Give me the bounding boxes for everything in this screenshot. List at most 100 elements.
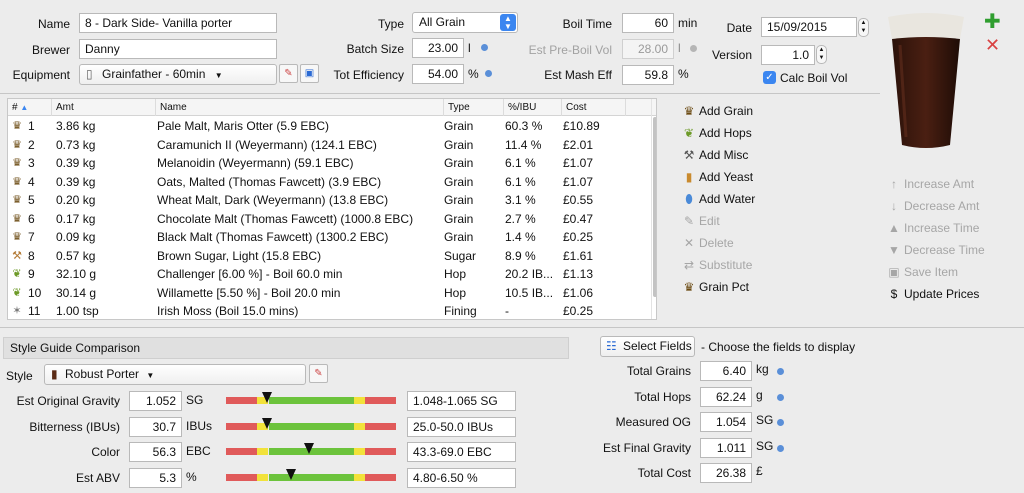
table-row[interactable]: ♛ 4 0.39 kg Oats, Malted (Thomas Fawcett) (… <box>8 173 656 192</box>
calc-boil-vol-checkbox[interactable]: ✓ <box>763 71 776 84</box>
tot-efficiency-dot[interactable] <box>485 70 492 77</box>
mash-eff-input[interactable]: 59.8 <box>622 65 674 85</box>
header-num[interactable]: # ▲ <box>8 99 52 116</box>
add-water-button[interactable]: ⬮ Add Water <box>681 189 755 209</box>
table-row[interactable]: ♛ 2 0.73 kg Caramunich II (Weyermann) (124.… <box>8 136 656 155</box>
style-edit-button[interactable]: ✎ <box>309 364 328 383</box>
glass-icon: ▮ <box>51 367 58 381</box>
plus-icon: ✚ <box>984 11 1001 33</box>
header-type[interactable]: Type <box>444 99 504 116</box>
equipment-edit-button[interactable]: ✎ <box>279 64 298 83</box>
table-scrollbar[interactable] <box>653 117 656 297</box>
ingredients-table[interactable]: # ▲ Amt Name Type %/IBU Cost ♛ 1 3.86 kg Pa… <box>7 98 657 320</box>
version-input[interactable]: 1.0 <box>761 45 815 65</box>
increase-amt-button[interactable]: ↑ Increase Amt <box>886 174 974 194</box>
date-input[interactable]: 15/09/2015 <box>761 17 857 37</box>
mash-eff-label: Est Mash Eff <box>544 68 612 82</box>
table-row[interactable]: ❦ 10 30.14 g Willamette [5.50 %] - Boil 20.… <box>8 284 656 303</box>
add-recipe-button[interactable]: ✚ <box>984 12 1001 32</box>
add-yeast-button[interactable]: ▮ Add Yeast <box>681 167 753 187</box>
grain-icon: ♛ <box>12 212 22 225</box>
equipment-label: Equipment <box>12 68 70 82</box>
delete-icon: ✕ <box>683 236 695 250</box>
tot-efficiency-unit: % <box>468 67 479 81</box>
pre-boil-vol-label: Est Pre-Boil Vol <box>528 43 612 57</box>
table-row[interactable]: ♛ 5 0.20 kg Wheat Malt, Dark (Weyermann) (1… <box>8 191 656 210</box>
delete-button[interactable]: ✕ Delete <box>681 233 734 253</box>
name-label: Name <box>37 17 70 31</box>
brewer-input[interactable]: Danny <box>79 39 277 59</box>
table-row[interactable]: ⚒ 8 0.57 kg Brown Sugar, Light (15.8 EBC) Su… <box>8 247 656 266</box>
table-row[interactable]: ♛ 7 0.09 kg Black Malt (Thomas Fawcett) (13… <box>8 228 656 247</box>
triangle-up-icon: ▲ <box>888 221 900 235</box>
version-label: Version <box>711 48 752 62</box>
est-abv-unit: % <box>186 469 197 484</box>
row-pct-ibu: - <box>505 304 509 318</box>
remove-recipe-button[interactable]: ✕ <box>985 36 1000 54</box>
edit-button[interactable]: ✎ Edit <box>681 211 720 231</box>
table-row[interactable]: ✶ 11 1.00 tsp Irish Moss (Boil 15.0 mins) Fi… <box>8 302 656 319</box>
boil-time-input[interactable]: 60 <box>622 13 674 33</box>
equipment-value: Grainfather - 60min <box>102 67 206 81</box>
type-select[interactable]: All Grain ▲ ▼ <box>412 12 518 33</box>
total-grainsdot[interactable] <box>777 368 784 375</box>
batch-size-dot[interactable] <box>481 44 488 51</box>
select-fields-button[interactable]: ☷ Select Fields <box>600 336 695 357</box>
header-amt[interactable]: Amt <box>52 99 156 116</box>
update-prices-button[interactable]: $ Update Prices <box>886 284 980 304</box>
name-input[interactable]: 8 - Dark Side- Vanilla porter <box>79 13 277 33</box>
total-hopsdot[interactable] <box>777 393 784 401</box>
row-number: 6 <box>28 211 35 226</box>
grain-pct-button[interactable]: ♛ Grain Pct <box>681 277 749 297</box>
add-misc-button[interactable]: ⚒ Add Misc <box>681 145 749 165</box>
decrease-amt-button[interactable]: ↓ Decrease Amt <box>886 196 979 216</box>
decrease-time-button[interactable]: ▼ Decrease Time <box>886 240 985 260</box>
measured-ogdot[interactable] <box>777 419 784 426</box>
save-item-button[interactable]: ▣ Save Item <box>886 262 958 282</box>
increase-time-button[interactable]: ▲ Increase Time <box>886 218 979 238</box>
row-amount: 32.10 g <box>56 267 97 281</box>
grain-icon: ♛ <box>12 120 22 132</box>
substitute-button[interactable]: ⇄ Substitute <box>681 255 752 275</box>
est-original-gravity-range: 1.048-1.065 SG <box>407 391 516 411</box>
range-bar-segment <box>365 397 396 404</box>
batch-size-input[interactable]: 23.00 <box>412 38 464 58</box>
tot-efficiency-input[interactable]: 54.00 <box>412 64 464 84</box>
stepper-chevrons-icon: ▲ ▼ <box>818 47 825 61</box>
row-type: Grain <box>444 230 474 244</box>
table-row[interactable]: ❦ 9 32.10 g Challenger [6.00 %] - Boil 60.0… <box>8 265 656 284</box>
equipment-select[interactable]: ▯ Grainfather - 60min ▼ <box>79 64 277 85</box>
style-select[interactable]: ▮ Robust Porter ▼ <box>44 364 306 385</box>
header-pct-ibu[interactable]: %/IBU <box>504 99 562 116</box>
header-cost[interactable]: Cost <box>562 99 626 116</box>
add-hops-button[interactable]: ❦ Add Hops <box>681 123 752 143</box>
table-row[interactable]: ♛ 3 0.39 kg Melanoidin (Weyermann) (59.1 EB… <box>8 154 656 173</box>
row-pct-ibu: 3.1 % <box>505 193 536 207</box>
color-value: 56.3 <box>129 442 182 462</box>
add-grain-button[interactable]: ♛ Add Grain <box>681 101 753 121</box>
date-stepper[interactable]: ▲ ▼ <box>858 18 869 37</box>
header-name[interactable]: Name <box>156 99 444 116</box>
est-final-gravitydot[interactable] <box>777 444 784 452</box>
scroll-track <box>651 99 652 319</box>
range-bar-segment <box>226 473 257 481</box>
grain-icon: ♛ <box>683 104 695 118</box>
row-cost: £0.47 <box>563 211 594 226</box>
version-stepper[interactable]: ▲ ▼ <box>816 45 827 64</box>
table-row[interactable]: ♛ 1 3.86 kg Pale Malt, Maris Otter (5.9 EBC… <box>8 117 656 136</box>
row-pct-ibu: 1.4 % <box>505 230 536 244</box>
row-cost: £1.61 <box>563 248 594 263</box>
arrow-up-icon: ↑ <box>891 177 897 191</box>
date-label: Date <box>726 21 752 35</box>
row-number: 5 <box>28 193 35 207</box>
total-hopsvalue: 62.24 <box>700 386 752 407</box>
total-hopslabel: Total Hops <box>634 389 691 404</box>
table-row[interactable]: ♛ 6 0.17 kg Chocolate Malt (Thomas Fawcett)… <box>8 210 656 229</box>
est-final-gravityunit: SG <box>756 438 774 453</box>
range-bar-segment <box>268 397 354 404</box>
misc-icon: ⚒ <box>683 148 695 162</box>
grain-icon: ♛ <box>12 231 22 243</box>
row-cost: £1.07 <box>563 156 594 170</box>
row-number: 4 <box>28 174 35 189</box>
row-amount: 0.57 kg <box>56 248 96 263</box>
